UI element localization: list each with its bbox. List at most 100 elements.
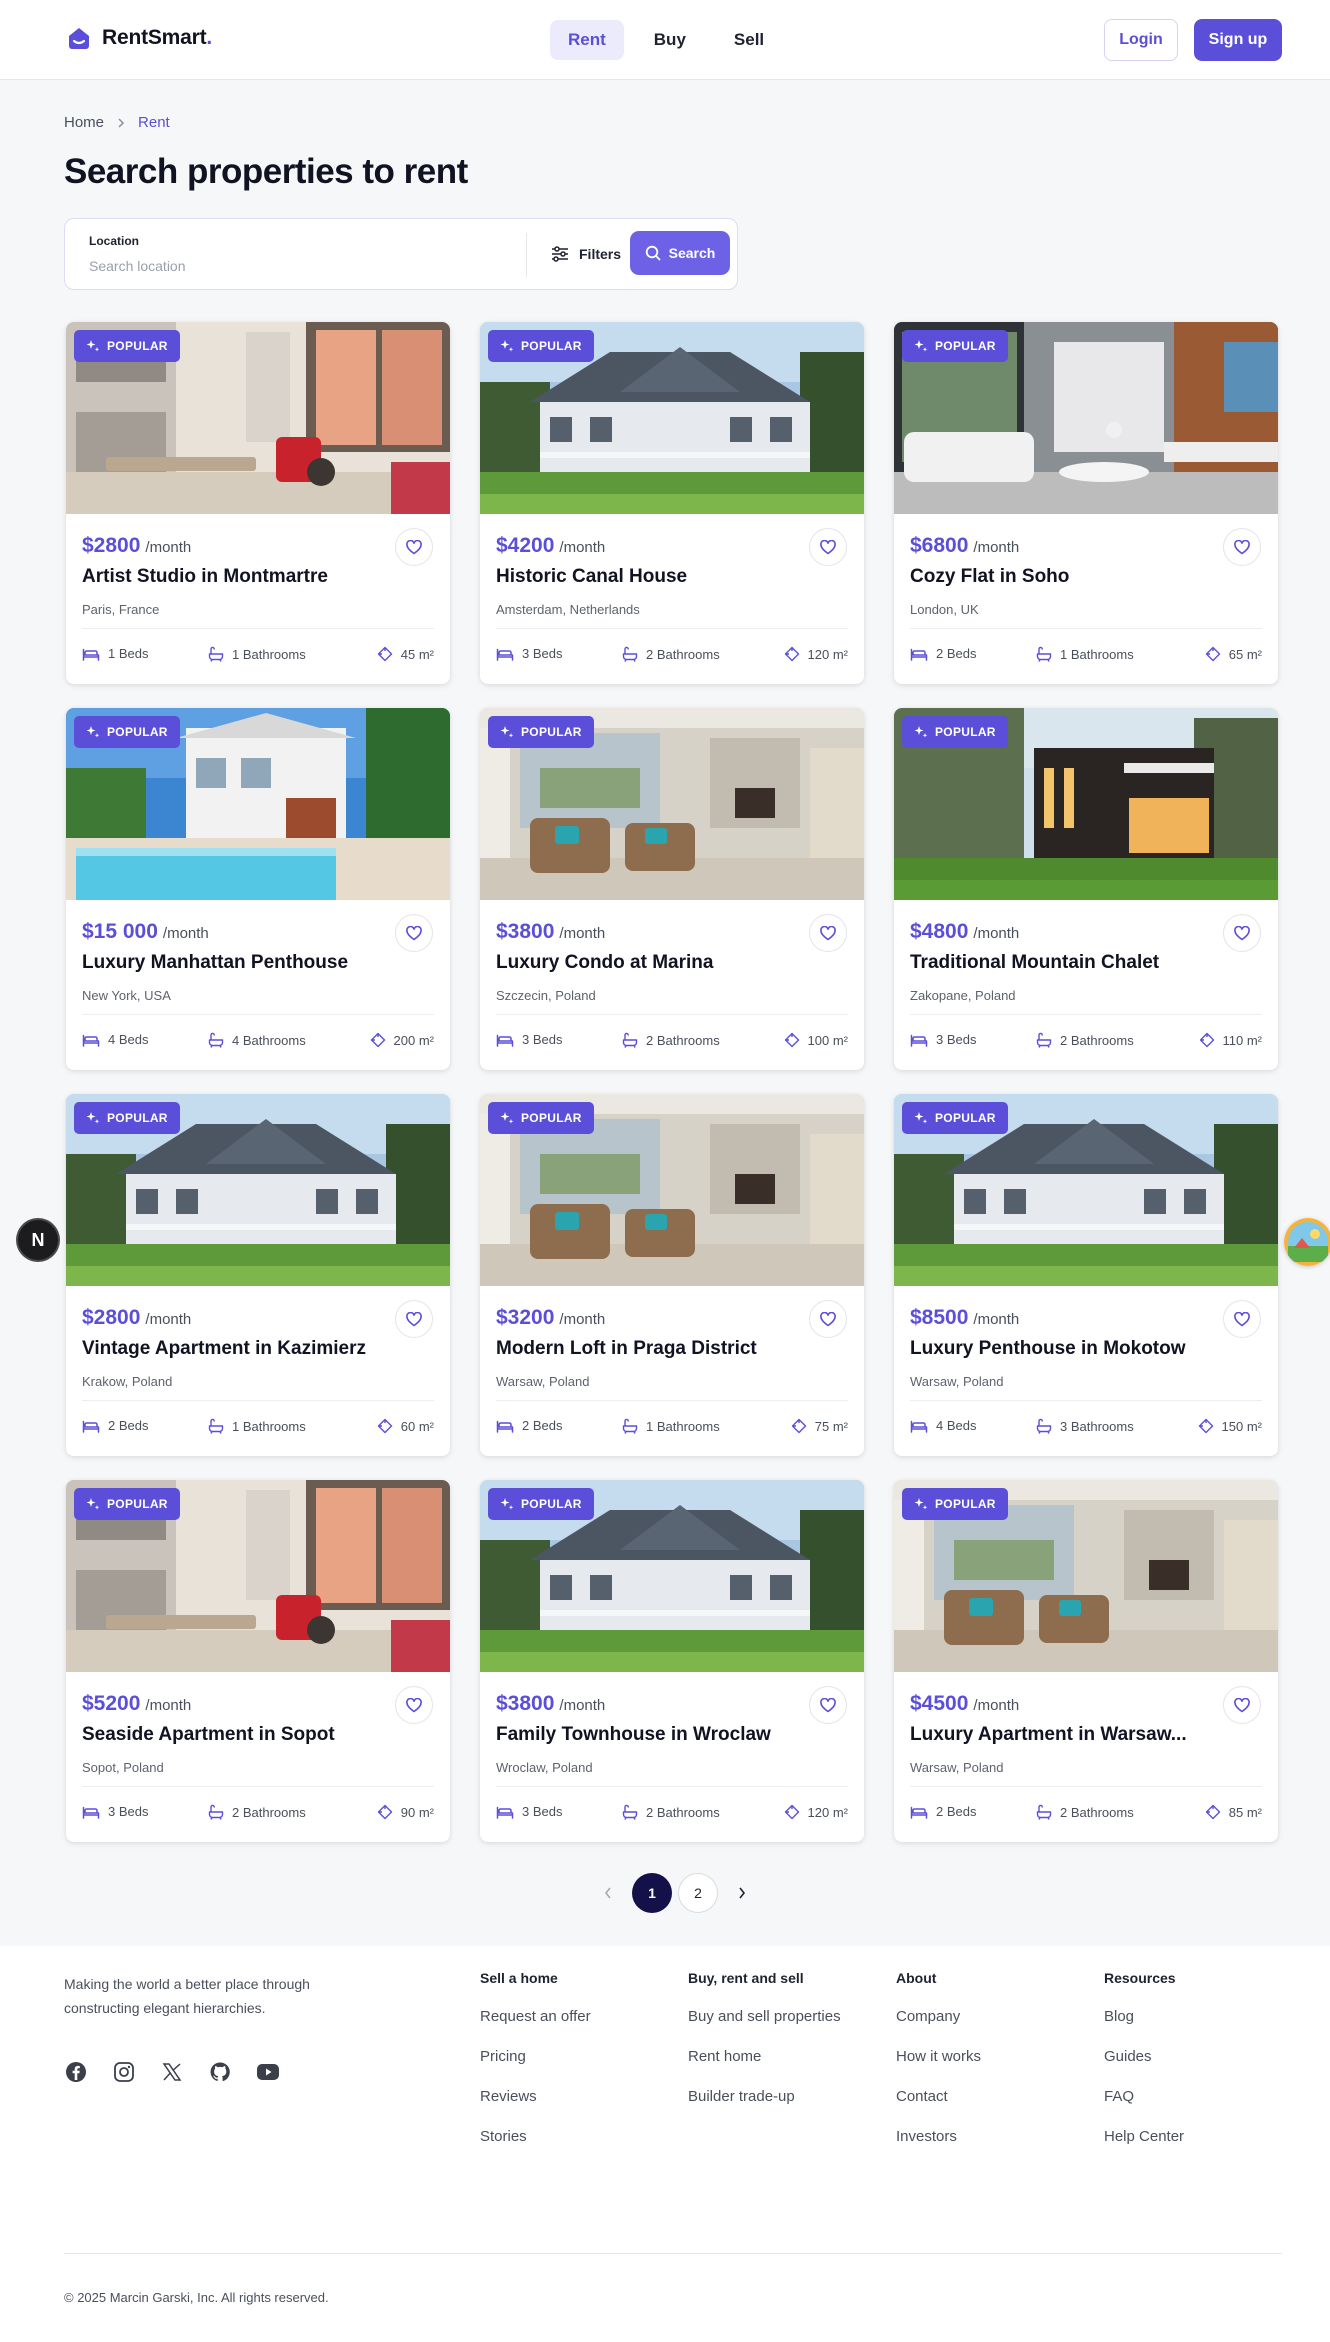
property-title[interactable]: Cozy Flat in Soho	[910, 566, 1210, 588]
filters-button[interactable]: Filters	[543, 231, 629, 277]
property-title[interactable]: Seaside Apartment in Sopot	[82, 1724, 382, 1746]
price-row: $3800 /month	[496, 1692, 605, 1716]
sparkle-icon	[914, 1112, 928, 1124]
favorite-button[interactable]	[395, 1686, 433, 1724]
search-button[interactable]: Search	[630, 231, 730, 275]
footer-link[interactable]: Buy and sell properties	[688, 2008, 841, 2048]
sparkle-icon	[86, 726, 100, 738]
bathtub-icon	[622, 646, 638, 662]
property-card[interactable]: POPULAR $2800 /month Vintage Apartment i…	[66, 1094, 450, 1456]
footer-link[interactable]: Investors	[896, 2128, 981, 2168]
github-icon[interactable]	[208, 2060, 232, 2084]
footer-link[interactable]: Blog	[1104, 2008, 1184, 2048]
next-page-button[interactable]	[724, 1873, 760, 1913]
baths-count: 2 Bathrooms	[646, 1032, 720, 1048]
bed-icon	[910, 648, 928, 661]
favorite-button[interactable]	[1223, 528, 1261, 566]
prev-page-button[interactable]	[590, 1873, 626, 1913]
property-title[interactable]: Luxury Condo at Marina	[496, 952, 796, 974]
beds-feature: 2 Beds	[910, 646, 976, 661]
favorite-button[interactable]	[1223, 1686, 1261, 1724]
footer-link[interactable]: Guides	[1104, 2048, 1184, 2088]
property-card[interactable]: POPULAR $2800 /month Artist Studio in Mo…	[66, 322, 450, 684]
footer-link[interactable]: Pricing	[480, 2048, 591, 2088]
price-row: $8500 /month	[910, 1306, 1019, 1330]
breadcrumb-home[interactable]: Home	[64, 114, 104, 131]
nav-sell[interactable]: Sell	[716, 20, 782, 60]
location-label: Location	[89, 234, 139, 248]
property-card[interactable]: POPULAR $4800 /month Traditional Mountai…	[894, 708, 1278, 1070]
area-icon	[377, 1418, 392, 1434]
favorite-button[interactable]	[395, 1300, 433, 1338]
bed-icon	[910, 1034, 928, 1047]
favorite-button[interactable]	[809, 1300, 847, 1338]
property-card[interactable]: POPULAR $6800 /month Cozy Flat in Soho L…	[894, 322, 1278, 684]
nav-buy[interactable]: Buy	[636, 20, 704, 60]
youtube-icon[interactable]	[256, 2060, 280, 2084]
nav-rent[interactable]: Rent	[550, 20, 624, 60]
facebook-icon[interactable]	[64, 2060, 88, 2084]
property-card[interactable]: POPULAR $3800 /month Family Townhouse in…	[480, 1480, 864, 1842]
property-card[interactable]: POPULAR $4200 /month Historic Canal Hous…	[480, 322, 864, 684]
favorite-button[interactable]	[809, 1686, 847, 1724]
page-2-button[interactable]: 2	[678, 1873, 718, 1913]
footer-link[interactable]: Rent home	[688, 2048, 841, 2088]
footer-link[interactable]: Help Center	[1104, 2128, 1184, 2168]
card-divider	[82, 1786, 434, 1787]
area-feature: 100 m²	[784, 1032, 848, 1048]
property-card[interactable]: POPULAR $5200 /month Seaside Apartment i…	[66, 1480, 450, 1842]
area-size: 110 m²	[1222, 1032, 1263, 1048]
footer-link[interactable]: Stories	[480, 2128, 591, 2168]
x-icon[interactable]	[160, 2060, 184, 2084]
property-title[interactable]: Luxury Penthouse in Mokotow	[910, 1338, 1210, 1360]
bathtub-icon	[208, 1418, 224, 1434]
location-input[interactable]	[89, 255, 509, 277]
baths-count: 3 Bathrooms	[1060, 1418, 1134, 1434]
property-title[interactable]: Vintage Apartment in Kazimierz	[82, 1338, 382, 1360]
footer-link[interactable]: How it works	[896, 2048, 981, 2088]
footer-link[interactable]: FAQ	[1104, 2088, 1184, 2128]
page-1-button[interactable]: 1	[632, 1873, 672, 1913]
property-title[interactable]: Luxury Manhattan Penthouse	[82, 952, 382, 974]
property-card[interactable]: POPULAR $3800 /month Luxury Condo at Mar…	[480, 708, 864, 1070]
property-title[interactable]: Modern Loft in Praga District	[496, 1338, 796, 1360]
brand-logo[interactable]: RentSmart.	[66, 25, 212, 51]
footer-link[interactable]: Builder trade-up	[688, 2088, 841, 2128]
brand-name: RentSmart.	[102, 26, 213, 49]
property-card[interactable]: POPULAR $15 000 /month Luxury Manhattan …	[66, 708, 450, 1070]
heart-icon	[820, 1697, 836, 1712]
footer-link[interactable]: Reviews	[480, 2088, 591, 2128]
popular-badge: POPULAR	[74, 1488, 180, 1520]
property-title[interactable]: Traditional Mountain Chalet	[910, 952, 1210, 974]
favorite-button[interactable]	[1223, 914, 1261, 952]
property-card[interactable]: POPULAR $3200 /month Modern Loft in Prag…	[480, 1094, 864, 1456]
favorite-button[interactable]	[1223, 1300, 1261, 1338]
bed-icon	[82, 1806, 100, 1819]
favorite-button[interactable]	[395, 914, 433, 952]
property-card[interactable]: POPULAR $8500 /month Luxury Penthouse in…	[894, 1094, 1278, 1456]
assistant-avatar[interactable]	[1284, 1218, 1330, 1266]
area-feature: 45 m²	[377, 646, 434, 662]
property-title[interactable]: Historic Canal House	[496, 566, 796, 588]
beds-feature: 2 Beds	[910, 1804, 976, 1819]
footer-link[interactable]: Company	[896, 2008, 981, 2048]
dev-tools-badge[interactable]: N	[18, 1220, 58, 1260]
signup-button[interactable]: Sign up	[1194, 19, 1282, 61]
popular-badge: POPULAR	[74, 1102, 180, 1134]
property-location: Wroclaw, Poland	[496, 1760, 593, 1775]
login-button[interactable]: Login	[1104, 19, 1178, 61]
baths-feature: 1 Bathrooms	[208, 646, 306, 662]
property-card[interactable]: POPULAR $4500 /month Luxury Apartment in…	[894, 1480, 1278, 1842]
property-title[interactable]: Family Townhouse in Wroclaw	[496, 1724, 796, 1746]
favorite-button[interactable]	[809, 528, 847, 566]
property-title[interactable]: Luxury Apartment in Warsaw...	[910, 1724, 1210, 1746]
area-size: 65 m²	[1228, 646, 1262, 662]
footer-link[interactable]: Request an offer	[480, 2008, 591, 2048]
favorite-button[interactable]	[809, 914, 847, 952]
instagram-icon[interactable]	[112, 2060, 136, 2084]
property-title[interactable]: Artist Studio in Montmartre	[82, 566, 382, 588]
favorite-button[interactable]	[395, 528, 433, 566]
property-location: London, UK	[910, 602, 979, 617]
area-feature: 90 m²	[377, 1804, 434, 1820]
footer-link[interactable]: Contact	[896, 2088, 981, 2128]
